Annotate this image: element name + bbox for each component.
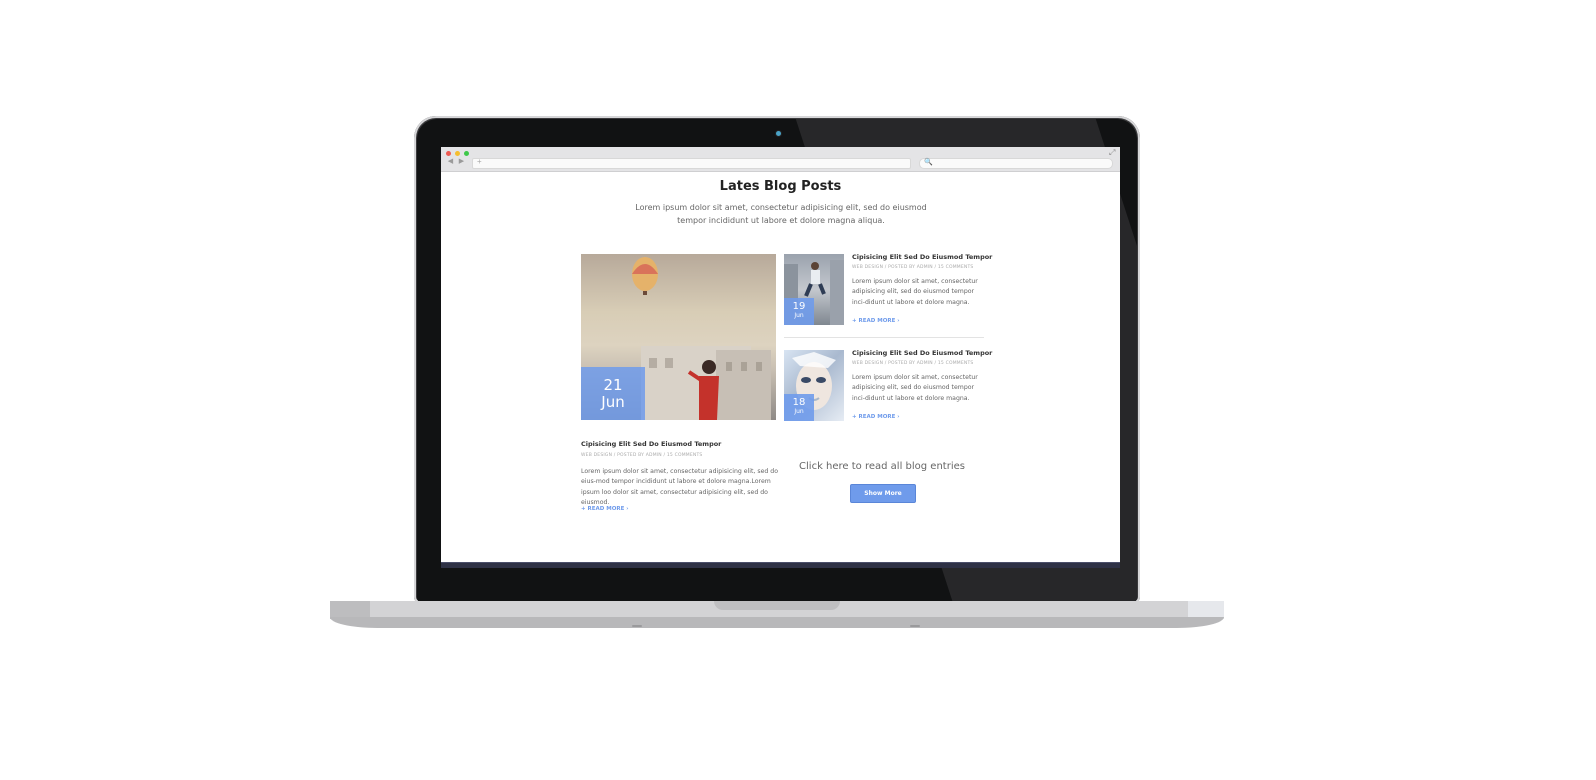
date-day: 18: [792, 397, 806, 408]
close-window-button[interactable]: [446, 151, 451, 156]
side-post-image[interactable]: 19 Jun: [784, 254, 844, 325]
expand-icon[interactable]: ⤢: [1109, 148, 1115, 158]
forward-arrow-icon[interactable]: ▶: [457, 158, 466, 166]
side-post-excerpt: Lorem ipsum dolor sit amet, consectetur …: [852, 374, 978, 402]
plus-icon: +: [477, 157, 482, 166]
date-day: 19: [792, 301, 806, 312]
page-title: Lates Blog Posts: [719, 179, 842, 194]
side-post-title[interactable]: Cipisicing Elit Sed Do Eiusmod Tempor: [852, 349, 992, 357]
browser-search-bar[interactable]: 🔍: [919, 158, 1113, 169]
page-footer: [441, 562, 1120, 568]
browser-toolbar: ◀ ▶ + 🔍 ⤢: [441, 147, 1120, 172]
laptop-foot: [632, 625, 642, 627]
featured-post-image[interactable]: 21 Jun: [581, 254, 776, 420]
laptop-base-bottom: [330, 617, 1224, 628]
page-subtitle: Lorem ipsum dolor sit amet, consectetur …: [635, 203, 927, 225]
search-icon: 🔍: [924, 159, 933, 166]
side-read-more-link[interactable]: + READ MORE ›: [852, 414, 900, 420]
browser-window: ◀ ▶ + 🔍 ⤢ Lates Blog Posts Lorem ipsum d…: [441, 147, 1120, 568]
laptop-opening-notch: [714, 601, 840, 610]
featured-read-more-link[interactable]: + READ MORE ›: [581, 506, 629, 512]
blog-entries-cta-text: Click here to read all blog entries: [799, 461, 965, 472]
featured-post-excerpt: Lorem ipsum dolor sit amet, consectetur …: [581, 468, 779, 506]
maximize-window-button[interactable]: [464, 151, 469, 156]
featured-post-title[interactable]: Cipisicing Elit Sed Do Eiusmod Tempor: [581, 440, 721, 448]
show-more-button[interactable]: Show More: [850, 484, 916, 503]
screen-bezel: ◀ ▶ + 🔍 ⤢ Lates Blog Posts Lorem ipsum d…: [417, 119, 1137, 602]
address-bar[interactable]: +: [472, 157, 911, 169]
laptop-foot: [910, 625, 920, 627]
side-post-excerpt: Lorem ipsum dolor sit amet, consectetur …: [852, 278, 978, 306]
date-day: 21: [603, 376, 623, 394]
date-month: Jun: [794, 408, 804, 415]
date-month: Jun: [794, 312, 804, 319]
date-month: Jun: [601, 393, 625, 411]
side-read-more-link[interactable]: + READ MORE ›: [852, 318, 900, 324]
minimize-window-button[interactable]: [455, 151, 460, 156]
side-post-image[interactable]: 18 Jun: [784, 350, 844, 421]
side-post-title[interactable]: Cipisicing Elit Sed Do Eiusmod Tempor: [852, 253, 992, 261]
laptop-lid: ◀ ▶ + 🔍 ⤢ Lates Blog Posts Lorem ipsum d…: [414, 116, 1140, 603]
webcam: [776, 131, 781, 136]
post-divider: [784, 337, 984, 338]
back-arrow-icon[interactable]: ◀: [446, 158, 455, 166]
side-post-date-badge: 18 Jun: [784, 394, 814, 421]
featured-post-date-badge: 21 Jun: [581, 367, 645, 420]
featured-post-meta: WEB DESIGN / POSTED BY ADMIN / 15 COMMEN…: [581, 453, 703, 458]
side-post-date-badge: 19 Jun: [784, 298, 814, 325]
side-post-meta: WEB DESIGN / POSTED BY ADMIN / 15 COMMEN…: [852, 265, 974, 270]
side-post-meta: WEB DESIGN / POSTED BY ADMIN / 15 COMMEN…: [852, 361, 974, 366]
